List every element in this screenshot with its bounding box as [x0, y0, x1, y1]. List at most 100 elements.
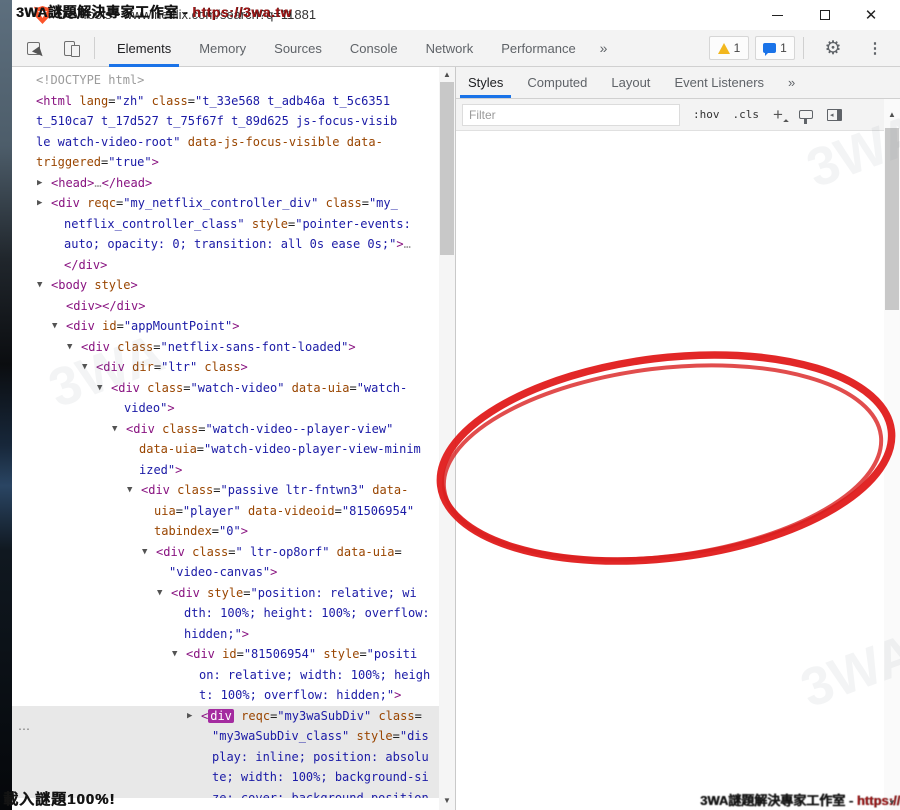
tab-styles[interactable]: Styles	[456, 67, 515, 98]
dom-line[interactable]: <html lang="zh" class="t_33e568 t_adb46a…	[12, 91, 439, 112]
dom-line[interactable]: te; width: 100%; background-si	[12, 767, 439, 788]
dom-line[interactable]: triggered="true">	[12, 152, 439, 173]
elements-scrollbar[interactable]: ▲ ▼	[439, 67, 455, 810]
dom-line[interactable]: ▼<div class="watch-video--player-view"	[12, 419, 439, 440]
collapse-arrow-icon[interactable]: ▼	[127, 480, 132, 501]
dom-line[interactable]: "my3waSubDiv_class" style="dis	[12, 726, 439, 747]
collapse-arrow-icon[interactable]: ▼	[142, 542, 147, 563]
dom-line[interactable]: <div></div>	[12, 296, 439, 317]
tab-network[interactable]: Network	[412, 30, 488, 67]
expand-arrow-icon[interactable]: ▶	[187, 706, 192, 727]
inspect-icon[interactable]	[18, 35, 48, 61]
devtools-toolbar: ElementsMemorySourcesConsoleNetworkPerfo…	[12, 30, 900, 67]
dom-line[interactable]: ized">	[12, 460, 439, 481]
dom-tree: <!DOCTYPE html><html lang="zh" class="t_…	[12, 67, 439, 798]
scroll-up-icon[interactable]: ▲	[439, 67, 455, 82]
dom-line[interactable]: video">	[12, 398, 439, 419]
collapse-arrow-icon[interactable]: ▼	[172, 644, 177, 665]
tab-event-listeners[interactable]: Event Listeners	[662, 67, 776, 98]
rendering-icon[interactable]	[799, 110, 813, 119]
styles-scrollbar[interactable]: ▲ ▼	[884, 99, 900, 810]
kebab-menu-icon[interactable]: ⋮	[860, 35, 890, 61]
dom-line[interactable]: ▼<div class="watch-video" data-uia="watc…	[12, 378, 439, 399]
dom-line[interactable]: ▼<div id="appMountPoint">	[12, 316, 439, 337]
dom-line[interactable]: ▶<div reqc="my3waSubDiv" class=	[12, 706, 439, 727]
toolbar-right: 1 1 ⚙ ⋮	[709, 35, 900, 61]
collapse-arrow-icon[interactable]: ▼	[37, 275, 42, 296]
styles-tabs: StylesComputedLayoutEvent Listeners»	[456, 67, 900, 99]
elements-panel: <!DOCTYPE html><html lang="zh" class="t_…	[12, 67, 439, 810]
tab-layout[interactable]: Layout	[599, 67, 662, 98]
dom-line[interactable]: ▼<div class=" ltr-op8orf" data-uia=	[12, 542, 439, 563]
dom-line[interactable]: ▼<div class="netflix-sans-font-loaded">	[12, 337, 439, 358]
gear-icon[interactable]: ⚙	[818, 35, 848, 61]
scroll-up-icon[interactable]: ▲	[884, 107, 900, 122]
dom-line[interactable]: hidden;">	[12, 624, 439, 645]
dom-line[interactable]: ▼<div style="position: relative; wi	[12, 583, 439, 604]
expand-arrow-icon[interactable]: ▶	[37, 193, 42, 214]
collapse-arrow-icon[interactable]: ▼	[97, 378, 102, 399]
expand-arrow-icon[interactable]: ▶	[37, 173, 42, 194]
dom-line[interactable]: data-uia="watch-video-player-view-minim	[12, 439, 439, 460]
collapse-arrow-icon[interactable]: ▼	[67, 337, 72, 358]
minimize-button[interactable]	[754, 0, 800, 30]
toolbar-separator	[803, 37, 804, 59]
dom-line[interactable]: "video-canvas">	[12, 562, 439, 583]
dom-line[interactable]: t_510ca7 t_17d527 t_75f67f t_89d625 js-f…	[12, 111, 439, 132]
dom-line[interactable]: ▼<div id="81506954" style="positi	[12, 644, 439, 665]
sidebar-toggle-icon[interactable]: ◂	[827, 109, 842, 121]
collapse-arrow-icon[interactable]: ▼	[112, 419, 117, 440]
dom-line[interactable]: tabindex="0">	[12, 521, 439, 542]
dom-line[interactable]: netflix_controller_class" style="pointer…	[12, 214, 439, 235]
collapse-arrow-icon[interactable]: ▼	[82, 357, 87, 378]
dom-line[interactable]: ▼<div dir="ltr" class>	[12, 357, 439, 378]
device-toolbar-icon[interactable]	[54, 35, 84, 61]
tab-sources[interactable]: Sources	[260, 30, 336, 67]
styles-filter-row: :hov .cls + ◂	[456, 99, 884, 131]
tab-performance[interactable]: Performance	[487, 30, 589, 67]
class-toggle[interactable]: .cls	[733, 108, 760, 121]
maximize-button[interactable]	[802, 0, 848, 30]
dom-line[interactable]: ▼<div class="passive ltr-fntwn3" data-	[12, 480, 439, 501]
background-page-sliver	[0, 0, 12, 810]
dom-line[interactable]: dth: 100%; height: 100%; overflow:	[12, 603, 439, 624]
watermark-top: 3WA謎題解決專家工作室 - https://3wa.tw	[16, 2, 292, 22]
dom-line[interactable]: ▼<body style>	[12, 275, 439, 296]
dom-line[interactable]: uia="player" data-videoid="81506954"	[12, 501, 439, 522]
tab-memory[interactable]: Memory	[185, 30, 260, 67]
tab-computed[interactable]: Computed	[515, 67, 599, 98]
dom-line[interactable]: on: relative; width: 100%; heigh	[12, 665, 439, 686]
dom-line[interactable]: ▶<head>…</head>	[12, 173, 439, 194]
dom-line[interactable]: play: inline; position: absolu	[12, 747, 439, 768]
warning-count: 1	[734, 41, 741, 55]
tab-elements[interactable]: Elements	[103, 30, 185, 67]
message-icon	[763, 43, 776, 53]
scrollbar-thumb[interactable]	[440, 82, 454, 255]
filter-input[interactable]	[462, 104, 680, 126]
collapse-arrow-icon[interactable]: ▼	[157, 583, 162, 604]
dom-line[interactable]: le watch-video-root" data-js-focus-visib…	[12, 132, 439, 153]
message-count: 1	[780, 41, 787, 55]
overflow-dots[interactable]: ⋯	[18, 722, 31, 736]
new-style-rule-icon[interactable]: +	[773, 106, 783, 123]
hover-state-toggle[interactable]: :hov	[693, 108, 720, 121]
watermark-bottom-right: 3WA謎題解決專家工作室 - https://3wa.tw	[700, 790, 900, 809]
tab-console[interactable]: Console	[336, 30, 412, 67]
scrollbar-thumb[interactable]	[885, 128, 899, 310]
dom-line[interactable]: <!DOCTYPE html>	[12, 70, 439, 91]
warnings-badge[interactable]: 1	[709, 36, 749, 60]
close-button[interactable]: ✕	[848, 0, 894, 30]
dom-line[interactable]: ▶<div reqc="my_netflix_controller_div" c…	[12, 193, 439, 214]
dom-line[interactable]: t: 100%; overflow: hidden;">	[12, 685, 439, 706]
more-tabs-chevron[interactable]: »	[590, 30, 618, 67]
messages-badge[interactable]: 1	[755, 36, 795, 60]
dom-line[interactable]: </div>	[12, 255, 439, 276]
devtools-window: DevTools - www.netflix.com/search?q=1188…	[0, 0, 900, 810]
collapse-arrow-icon[interactable]: ▼	[52, 316, 57, 337]
scroll-down-icon[interactable]: ▼	[439, 793, 455, 808]
dom-line[interactable]: auto; opacity: 0; transition: all 0s eas…	[12, 234, 439, 255]
more-tabs-chevron[interactable]: »	[776, 67, 807, 98]
main-tabs: ElementsMemorySourcesConsoleNetworkPerfo…	[103, 30, 617, 67]
warning-icon	[718, 43, 730, 54]
styles-panel: display: inline;position: absolute;width…	[456, 67, 884, 810]
